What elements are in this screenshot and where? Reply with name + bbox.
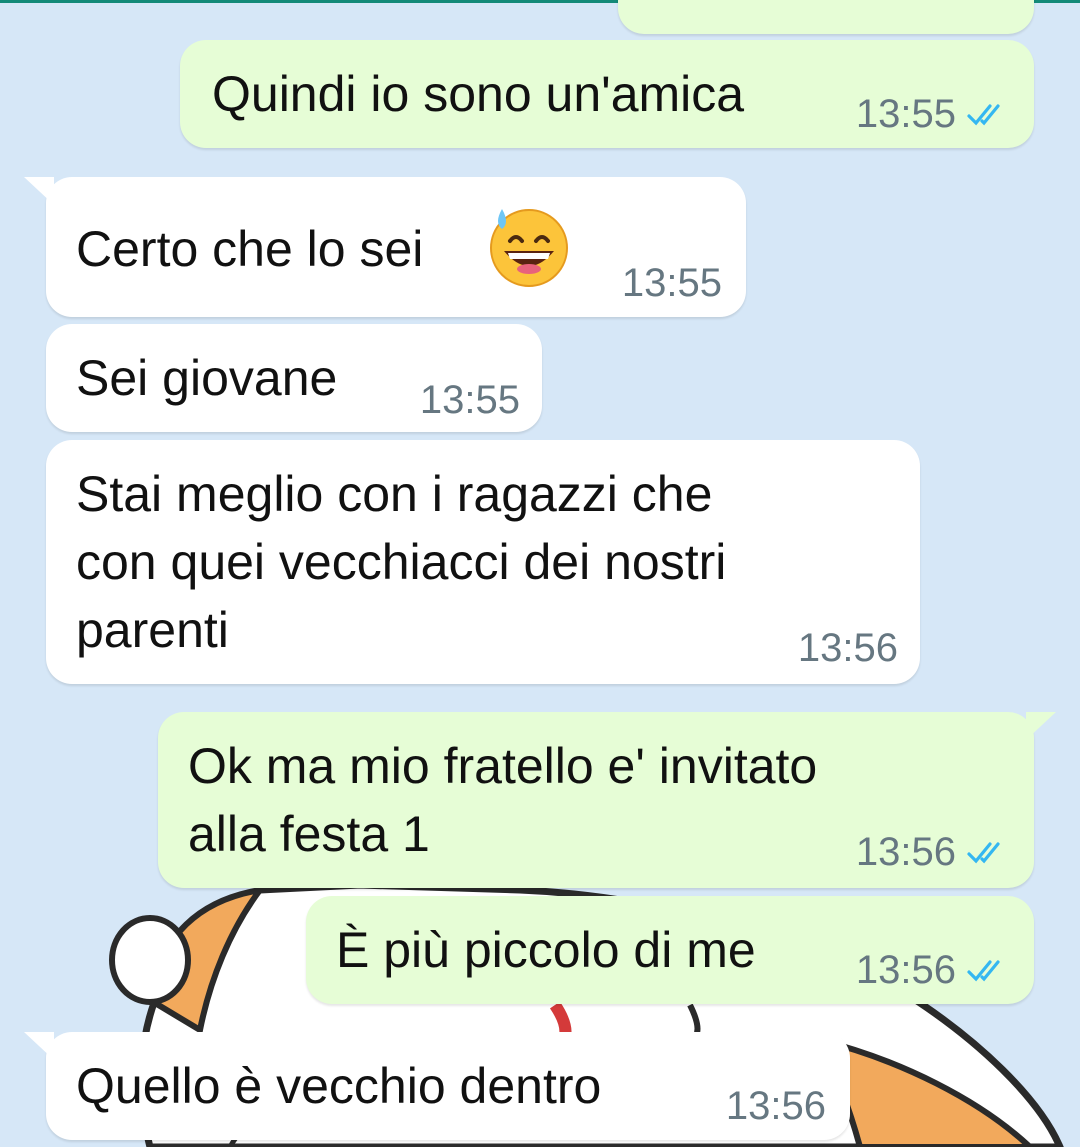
message-meta: 13:56 xyxy=(856,830,1008,874)
message-bubble-outgoing[interactable]: Ok ma mio fratello e' invitato alla fest… xyxy=(158,712,1056,888)
double-check-icon xyxy=(967,960,1000,982)
message-bubble-incoming[interactable]: Quello è vecchio dentro 13:56 xyxy=(24,1032,850,1140)
message-bubble-incoming[interactable]: Certo che lo sei 13:55 xyxy=(24,177,746,317)
message-text: È più piccolo di me xyxy=(336,922,756,978)
message-time: 13:56 xyxy=(855,948,956,992)
message-time: 13:55 xyxy=(855,92,956,136)
message-bubble-outgoing[interactable]: 13:55 xyxy=(618,0,1034,34)
message-meta: 13:56 xyxy=(856,948,1008,992)
message-meta: 13:56 xyxy=(798,626,898,670)
message-time: 13:56 xyxy=(725,1084,826,1128)
message-meta: 13:55 xyxy=(420,378,520,422)
message-time: 13:56 xyxy=(797,626,898,670)
message-bubble-outgoing[interactable]: È più piccolo di me 13:56 xyxy=(306,896,1034,1004)
message-time: 13:55 xyxy=(856,0,956,8)
message-bubble-incoming[interactable]: Stai meglio con i ragazzi che con quei v… xyxy=(46,440,920,684)
message-bubble-outgoing[interactable]: Quindi io sono un'amica 13:55 xyxy=(180,40,1034,148)
message-time: 13:55 xyxy=(621,261,722,305)
message-meta: 13:55 xyxy=(856,0,1008,8)
message-text: Quindi io sono un'amica xyxy=(212,66,745,122)
message-time: 13:55 xyxy=(419,378,520,422)
message-meta: 13:55 xyxy=(856,92,1008,136)
message-text: Ok ma mio fratello e' invitato alla fest… xyxy=(188,738,818,862)
message-text: Certo che lo sei xyxy=(76,221,424,277)
double-check-icon xyxy=(967,104,1000,126)
grinning-face-with-sweat-emoji xyxy=(490,209,568,287)
message-meta: 13:56 xyxy=(726,1084,826,1128)
message-text: Quello è vecchio dentro xyxy=(76,1058,602,1114)
message-time: 13:56 xyxy=(855,830,956,874)
message-meta: 13:55 xyxy=(622,261,722,305)
message-text: Stai meglio con i ragazzi che con quei v… xyxy=(76,466,727,658)
message-bubble-incoming[interactable]: Sei giovane 13:55 xyxy=(46,324,542,432)
message-text: Sei giovane xyxy=(76,350,338,406)
double-check-icon xyxy=(967,842,1000,864)
